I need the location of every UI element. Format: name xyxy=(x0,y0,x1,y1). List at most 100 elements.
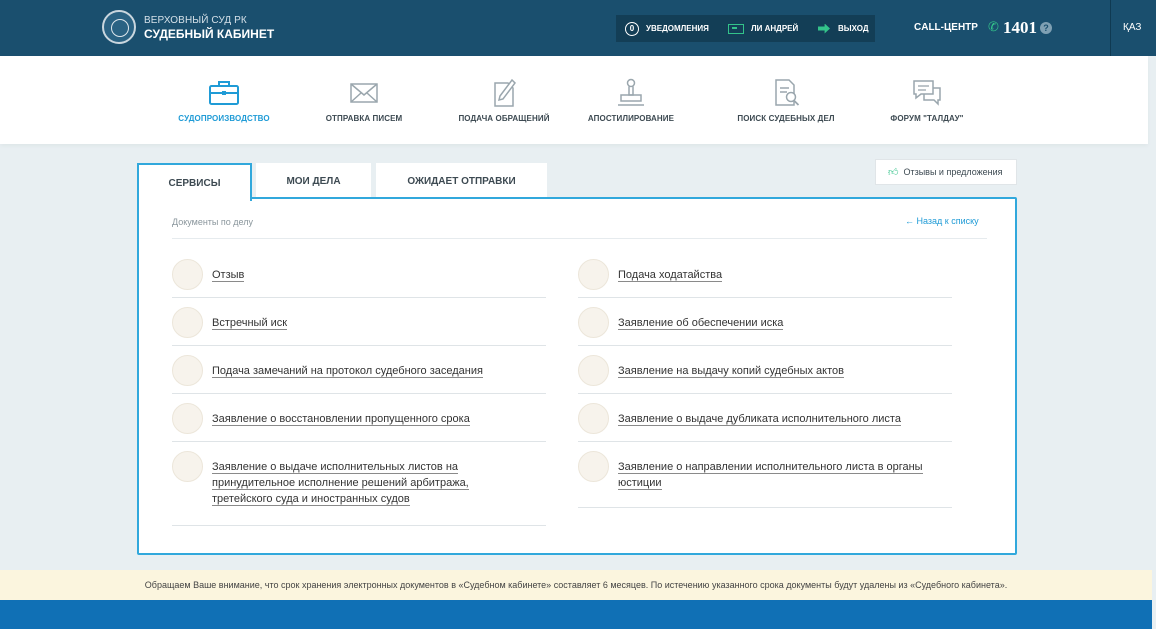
document-link: Заявление на выдачу копий судебных актов xyxy=(618,363,844,379)
document-link: Заявление о выдаче дубликата исполнитель… xyxy=(618,411,901,427)
document-icon xyxy=(578,451,609,482)
brand-title[interactable]: СУДЕБНЫЙ КАБИНЕТ xyxy=(144,27,274,41)
row-divider xyxy=(172,297,546,298)
language-switch[interactable]: ҚАЗ xyxy=(1123,22,1141,33)
nav-item-apostille[interactable]: АПОСТИЛИРОВАНИЕ xyxy=(561,56,701,144)
document-icon xyxy=(172,403,203,434)
document-item[interactable]: Заявление о выдаче дубликата исполнитель… xyxy=(578,403,952,443)
row-divider xyxy=(172,441,546,442)
nav-label: ОТПРАВКА ПИСЕМ xyxy=(325,114,403,123)
document-link: Заявление о направлении исполнительного … xyxy=(618,459,923,491)
document-icon xyxy=(578,355,609,386)
section-subtitle: Документы по делу xyxy=(172,217,253,227)
divider xyxy=(172,238,987,239)
document-item[interactable]: Заявление на выдачу копий судебных актов xyxy=(578,355,952,395)
user-name: ЛИ АНДРЕЙ xyxy=(751,24,799,33)
document-item[interactable]: Подача ходатайства xyxy=(578,259,952,299)
back-to-list-link[interactable]: ← Назад к списку xyxy=(905,216,979,226)
document-link: Заявление об обеспечении иска xyxy=(618,315,784,331)
notifications-label: УВЕДОМЛЕНИЯ xyxy=(646,24,709,33)
id-card-icon xyxy=(728,23,744,34)
row-divider xyxy=(172,525,546,526)
footer xyxy=(0,600,1152,629)
header-divider xyxy=(1110,0,1111,56)
document-item[interactable]: Заявление о восстановлении пропущенного … xyxy=(172,403,546,443)
services-panel: Документы по делу ← Назад к списку Отзыв… xyxy=(137,197,1017,555)
tab-my-cases[interactable]: МОИ ДЕЛА xyxy=(256,163,371,199)
nav-label: ПОИСК СУДЕБНЫХ ДЕЛ xyxy=(737,114,835,123)
document-link: Подача замечаний на протокол судебного з… xyxy=(212,363,483,379)
tab-connector xyxy=(139,197,249,200)
logout-label: ВЫХОД xyxy=(838,24,869,33)
user-panel: 0 УВЕДОМЛЕНИЯ ЛИ АНДРЕЙ ВЫХОД xyxy=(616,15,875,42)
document-item[interactable]: Заявление о выдаче исполнительных листов… xyxy=(172,451,546,527)
stamp-icon xyxy=(618,78,644,106)
nav-item-case-search[interactable]: ПОИСК СУДЕБНЫХ ДЕЛ xyxy=(716,56,856,144)
call-center-label: CALL-ЦЕНТР xyxy=(914,22,978,33)
briefcase-icon xyxy=(209,81,239,105)
document-icon xyxy=(172,259,203,290)
logout-button[interactable]: ВЫХОД xyxy=(818,15,869,42)
document-title[interactable]: Заявление о выдаче дубликата исполнитель… xyxy=(618,413,901,426)
profile-button[interactable]: ЛИ АНДРЕЙ xyxy=(728,15,798,42)
document-icon xyxy=(578,259,609,290)
notifications-button[interactable]: 0 УВЕДОМЛЕНИЯ xyxy=(625,15,709,42)
document-item[interactable]: Подача замечаний на протокол судебного з… xyxy=(172,355,546,395)
document-title[interactable]: Встречный иск xyxy=(212,317,288,330)
storage-notice: Обращаем Ваше внимание, что срок хранени… xyxy=(0,570,1152,600)
document-title[interactable]: Подача замечаний на протокол судебного з… xyxy=(212,365,483,378)
nav-label: АПОСТИЛИРОВАНИЕ xyxy=(587,114,675,123)
document-icon xyxy=(578,403,609,434)
thumbs-up-icon: 👍︎ xyxy=(888,167,899,178)
document-link: Отзыв xyxy=(212,267,245,283)
supreme-court-emblem-icon[interactable] xyxy=(102,10,136,44)
main-nav: СУДОПРОИЗВОДСТВО ОТПРАВКА ПИСЕМ ПОДАЧА О… xyxy=(0,56,1148,144)
document-title-line[interactable]: Заявление о выдаче исполнительных листов… xyxy=(212,461,459,474)
envelope-icon xyxy=(350,83,378,103)
nav-item-court-proceedings[interactable]: СУДОПРОИЗВОДСТВО xyxy=(154,56,294,144)
row-divider xyxy=(172,345,546,346)
document-link: Заявление о восстановлении пропущенного … xyxy=(212,411,470,427)
row-divider xyxy=(578,297,952,298)
document-edit-icon xyxy=(494,78,516,107)
row-divider xyxy=(578,345,952,346)
document-icon xyxy=(172,307,203,338)
document-title-line[interactable]: юстиции xyxy=(618,477,662,490)
nav-item-submit-appeals[interactable]: ПОДАЧА ОБРАЩЕНИЙ xyxy=(434,56,574,144)
document-icon xyxy=(578,307,609,338)
nav-label: ПОДАЧА ОБРАЩЕНИЙ xyxy=(458,114,550,123)
row-divider xyxy=(578,441,952,442)
document-item[interactable]: Заявление об обеспечении иска xyxy=(578,307,952,347)
document-icon xyxy=(172,355,203,386)
row-divider xyxy=(578,507,952,508)
document-link: Встречный иск xyxy=(212,315,288,331)
notification-count-badge: 0 xyxy=(625,21,639,36)
document-title-line[interactable]: третейского суда и иностранных судов xyxy=(212,493,410,506)
document-title[interactable]: Отзыв xyxy=(212,269,245,282)
document-title[interactable]: Заявление на выдачу копий судебных актов xyxy=(618,365,844,378)
document-title-line[interactable]: Заявление о направлении исполнительного … xyxy=(618,461,923,474)
document-item[interactable]: Заявление о направлении исполнительного … xyxy=(578,451,952,509)
document-icon xyxy=(172,451,203,482)
feedback-label: Отзывы и предложения xyxy=(903,167,1003,177)
brand-subtitle: ВЕРХОВНЫЙ СУД РК xyxy=(144,15,247,26)
nav-item-forum[interactable]: ФОРУМ "ТАЛДАУ" xyxy=(857,56,997,144)
document-search-icon xyxy=(775,79,800,106)
feedback-button[interactable]: 👍︎ Отзывы и предложения xyxy=(875,159,1017,185)
tab-services[interactable]: СЕРВИСЫ xyxy=(137,163,252,201)
nav-label: СУДОПРОИЗВОДСТВО xyxy=(178,114,270,123)
help-icon[interactable]: ? xyxy=(1040,22,1052,34)
row-divider xyxy=(578,393,952,394)
tab-pending-send[interactable]: ОЖИДАЕТ ОТПРАВКИ xyxy=(376,163,547,199)
document-item[interactable]: Отзыв xyxy=(172,259,546,299)
document-title[interactable]: Заявление об обеспечении иска xyxy=(618,317,784,330)
call-center-number[interactable]: 1401 xyxy=(1003,18,1037,38)
document-item[interactable]: Встречный иск xyxy=(172,307,546,347)
document-link: Подача ходатайства xyxy=(618,267,723,283)
document-link: Заявление о выдаче исполнительных листов… xyxy=(212,459,469,507)
document-title[interactable]: Заявление о восстановлении пропущенного … xyxy=(212,413,470,426)
document-title[interactable]: Подача ходатайства xyxy=(618,269,723,282)
nav-item-send-letters[interactable]: ОТПРАВКА ПИСЕМ xyxy=(294,56,434,144)
document-title-line[interactable]: принудительное исполнение решений арбитр… xyxy=(212,477,469,490)
phone-icon: ✆ xyxy=(988,19,999,34)
